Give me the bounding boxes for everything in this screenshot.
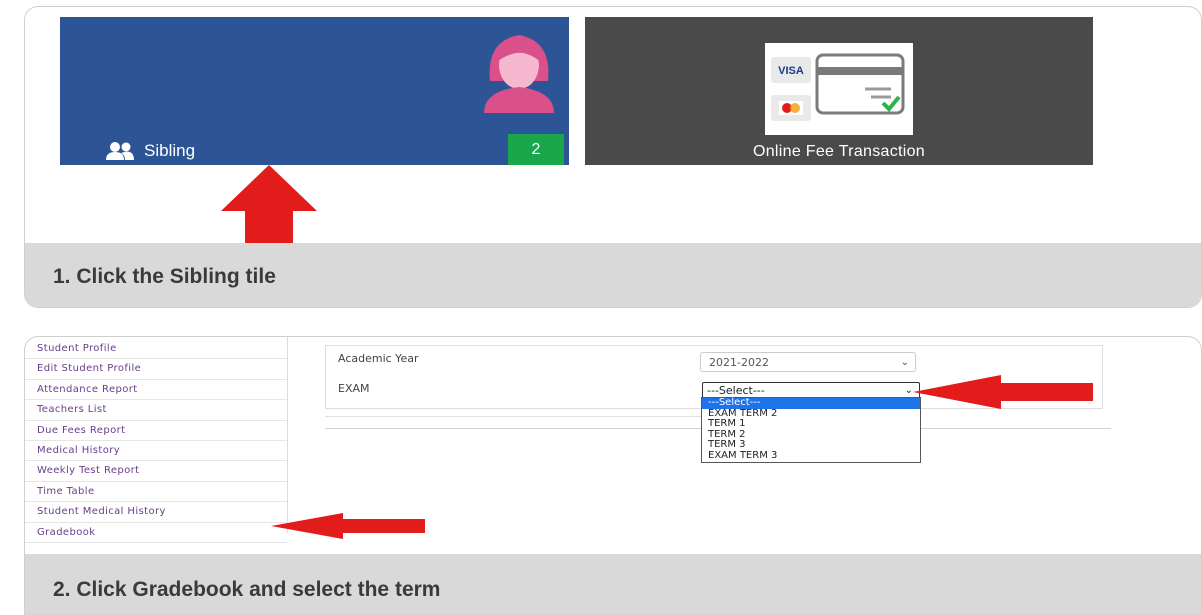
red-arrow-left-icon (913, 375, 1093, 409)
red-arrow-up-icon (221, 165, 317, 247)
exam-select-value: ---Select--- (707, 384, 765, 397)
divider (325, 416, 703, 417)
menu-item-teachers-list[interactable]: Teachers List (25, 400, 287, 421)
exam-option[interactable]: ---Select--- (702, 397, 920, 409)
exam-option[interactable]: EXAM TERM 3 (702, 450, 920, 462)
menu-divider (287, 337, 288, 533)
step2-card: Student Profile Edit Student Profile Att… (24, 336, 1202, 615)
step2-caption: 2. Click Gradebook and select the term (53, 578, 441, 601)
chevron-down-icon: ⌄ (900, 357, 909, 368)
online-fee-tile[interactable]: VISA Online Fee Transaction (585, 17, 1093, 165)
menu-item-gradebook[interactable]: Gradebook (25, 523, 287, 543)
exam-label: EXAM (338, 382, 370, 395)
academic-year-value: 2021-2022 (709, 356, 769, 369)
menu-item-edit-student-profile[interactable]: Edit Student Profile (25, 359, 287, 380)
female-avatar-icon (484, 35, 554, 113)
step1-caption: 1. Click the Sibling tile (53, 265, 276, 288)
menu-item-weekly-test-report[interactable]: Weekly Test Report (25, 461, 287, 482)
sibling-count-badge: 2 (508, 134, 564, 165)
menu-item-time-table[interactable]: Time Table (25, 482, 287, 503)
side-menu: Student Profile Edit Student Profile Att… (25, 339, 287, 543)
menu-item-student-medical-history[interactable]: Student Medical History (25, 502, 287, 523)
sibling-tile-label: Sibling (106, 141, 195, 161)
exam-dropdown-list: ---Select--- EXAM TERM 2 TERM 1 TERM 2 T… (701, 397, 921, 463)
visa-logo-text: VISA (778, 65, 804, 77)
step1-card: Sibling 2 VISA Online Fee Transaction 1.… (24, 6, 1202, 308)
menu-item-student-profile[interactable]: Student Profile (25, 339, 287, 360)
people-icon (106, 142, 134, 160)
step2-caption-bar: 2. Click Gradebook and select the term (25, 554, 1201, 615)
red-arrow-left-icon (271, 513, 425, 539)
online-fee-label: Online Fee Transaction (752, 143, 926, 160)
menu-item-attendance-report[interactable]: Attendance Report (25, 380, 287, 401)
sibling-tile[interactable]: Sibling 2 (60, 17, 569, 165)
menu-item-due-fees-report[interactable]: Due Fees Report (25, 421, 287, 441)
academic-year-label: Academic Year (338, 352, 419, 365)
menu-item-medical-history[interactable]: Medical History (25, 441, 287, 462)
step1-caption-bar: 1. Click the Sibling tile (25, 243, 1201, 307)
credit-card-payment-icon: VISA (765, 43, 913, 135)
sibling-label-text: Sibling (144, 141, 196, 160)
academic-year-select[interactable]: 2021-2022 ⌄ (700, 352, 916, 372)
